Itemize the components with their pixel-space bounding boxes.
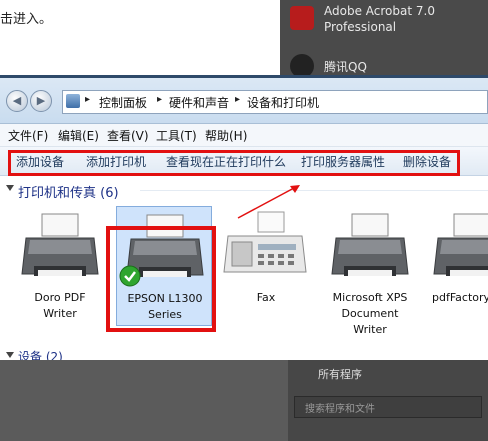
breadcrumb-control-panel[interactable]: 控制面板 [99,94,147,111]
background-document: 击进入。 [0,0,280,75]
device-label: Microsoft XPS Document Writer [322,290,418,338]
devices-and-printers-window: ◀ ▶ ▸ 控制面板 ▸ 硬件和声音 ▸ 设备和打印机 文件(F) 编辑(E) … [0,78,488,360]
acrobat-icon [290,6,314,30]
breadcrumb-devices-printers[interactable]: 设备和打印机 [247,94,319,111]
device-pdffactory[interactable]: pdfFactory [424,206,488,326]
start-item-line1: 腾讯QQ [324,60,367,74]
fax-icon [223,211,307,273]
menu-view[interactable]: 查看(V) [107,127,149,144]
devices-group-header[interactable]: 设备 (2) [0,348,488,360]
device-label-line2: Document [341,307,399,320]
chevron-right-icon[interactable]: ▸ [85,94,90,105]
printer-icon [21,213,99,276]
menu-tools[interactable]: 工具(T) [156,127,197,144]
address-bar[interactable]: ▸ 控制面板 ▸ 硬件和声音 ▸ 设备和打印机 [62,90,488,114]
device-label-line3: Writer [353,323,387,336]
device-label-line1: Microsoft XPS [332,291,408,304]
device-label-line2: Writer [43,307,77,320]
collapse-triangle-icon[interactable] [6,185,14,191]
collapse-triangle-icon[interactable] [6,352,14,358]
search-placeholder: 搜索程序和文件 [305,404,375,415]
printer-icon [331,213,409,276]
printers-faxes-group-header[interactable]: 打印机和传真 (6) [0,178,488,202]
annotation-highlight-toolbar [8,150,460,176]
group-divider [140,190,488,191]
control-panel-icon [66,94,80,108]
device-doro-pdf-writer[interactable]: Doro PDF Writer [12,206,108,326]
device-label-line1: pdfFactory [432,291,488,304]
navigation-bar: ◀ ▶ ▸ 控制面板 ▸ 硬件和声音 ▸ 设备和打印机 [0,78,488,124]
group-title: 打印机和传真 (6) [18,186,119,201]
start-search-input[interactable]: 搜索程序和文件 [294,396,482,418]
device-label-line1: Doro PDF [34,291,86,304]
device-label-line1: Fax [256,291,276,304]
back-button[interactable]: ◀ [6,90,28,112]
menu-edit[interactable]: 编辑(E) [58,127,99,144]
all-programs-link[interactable]: 所有程序 [318,366,362,382]
device-fax[interactable]: Fax [218,206,314,326]
printer-icon [433,213,488,276]
breadcrumb-hardware-sound[interactable]: 硬件和声音 [169,94,229,111]
menu-help[interactable]: 帮助(H) [205,127,247,144]
device-label: pdfFactory [432,290,488,306]
forward-button[interactable]: ▶ [30,90,52,112]
device-microsoft-xps[interactable]: Microsoft XPS Document Writer [322,206,418,336]
menu-file[interactable]: 文件(F) [8,127,48,144]
start-item-line1: Adobe Acrobat 7.0 [324,4,435,18]
start-menu-item-acrobat[interactable]: Adobe Acrobat 7.0 Professional [282,0,482,34]
group-title: 设备 (2) [18,350,63,360]
chevron-right-icon[interactable]: ▸ [157,94,162,105]
annotation-highlight-printer [106,226,216,332]
start-item-line2: Professional [324,20,397,34]
menu-bar: 文件(F) 编辑(E) 查看(V) 工具(T) 帮助(H) [0,124,488,147]
chevron-right-icon[interactable]: ▸ [235,94,240,105]
background-text: 击进入。 [0,12,53,27]
device-label: Doro PDF Writer [12,290,108,322]
device-label: Fax [218,290,314,306]
start-menu-area: Adobe Acrobat 7.0 Professional 腾讯QQ [280,0,488,78]
